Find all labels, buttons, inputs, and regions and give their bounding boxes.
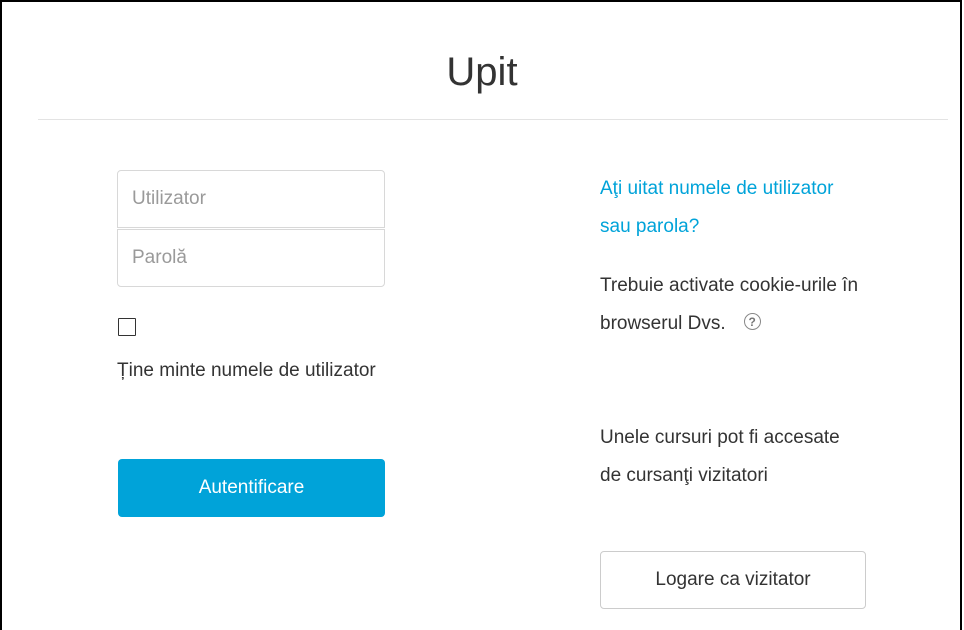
guest-login-button[interactable]: Logare ca vizitator xyxy=(600,551,866,609)
page-title: Upit xyxy=(446,50,518,94)
guest-access-text: Unele cursuri pot fi accesate de cursanţ… xyxy=(600,427,840,486)
login-button[interactable]: Autentificare xyxy=(118,459,385,517)
remember-username-checkbox[interactable] xyxy=(118,318,136,336)
help-icon-glyph: ? xyxy=(748,314,756,329)
cookies-notice: Trebuie activate cookie-urile în browser… xyxy=(600,267,860,343)
header-divider xyxy=(38,119,948,120)
help-icon[interactable]: ? xyxy=(743,313,761,331)
username-input[interactable] xyxy=(117,170,385,228)
forgot-password-link[interactable]: Aţi uitat numele de utilizator sau parol… xyxy=(600,170,860,246)
password-input[interactable] xyxy=(117,229,385,287)
cookies-notice-text: Trebuie activate cookie-urile în browser… xyxy=(600,275,859,334)
remember-username-label: Ține minte numele de utilizator xyxy=(117,360,376,381)
